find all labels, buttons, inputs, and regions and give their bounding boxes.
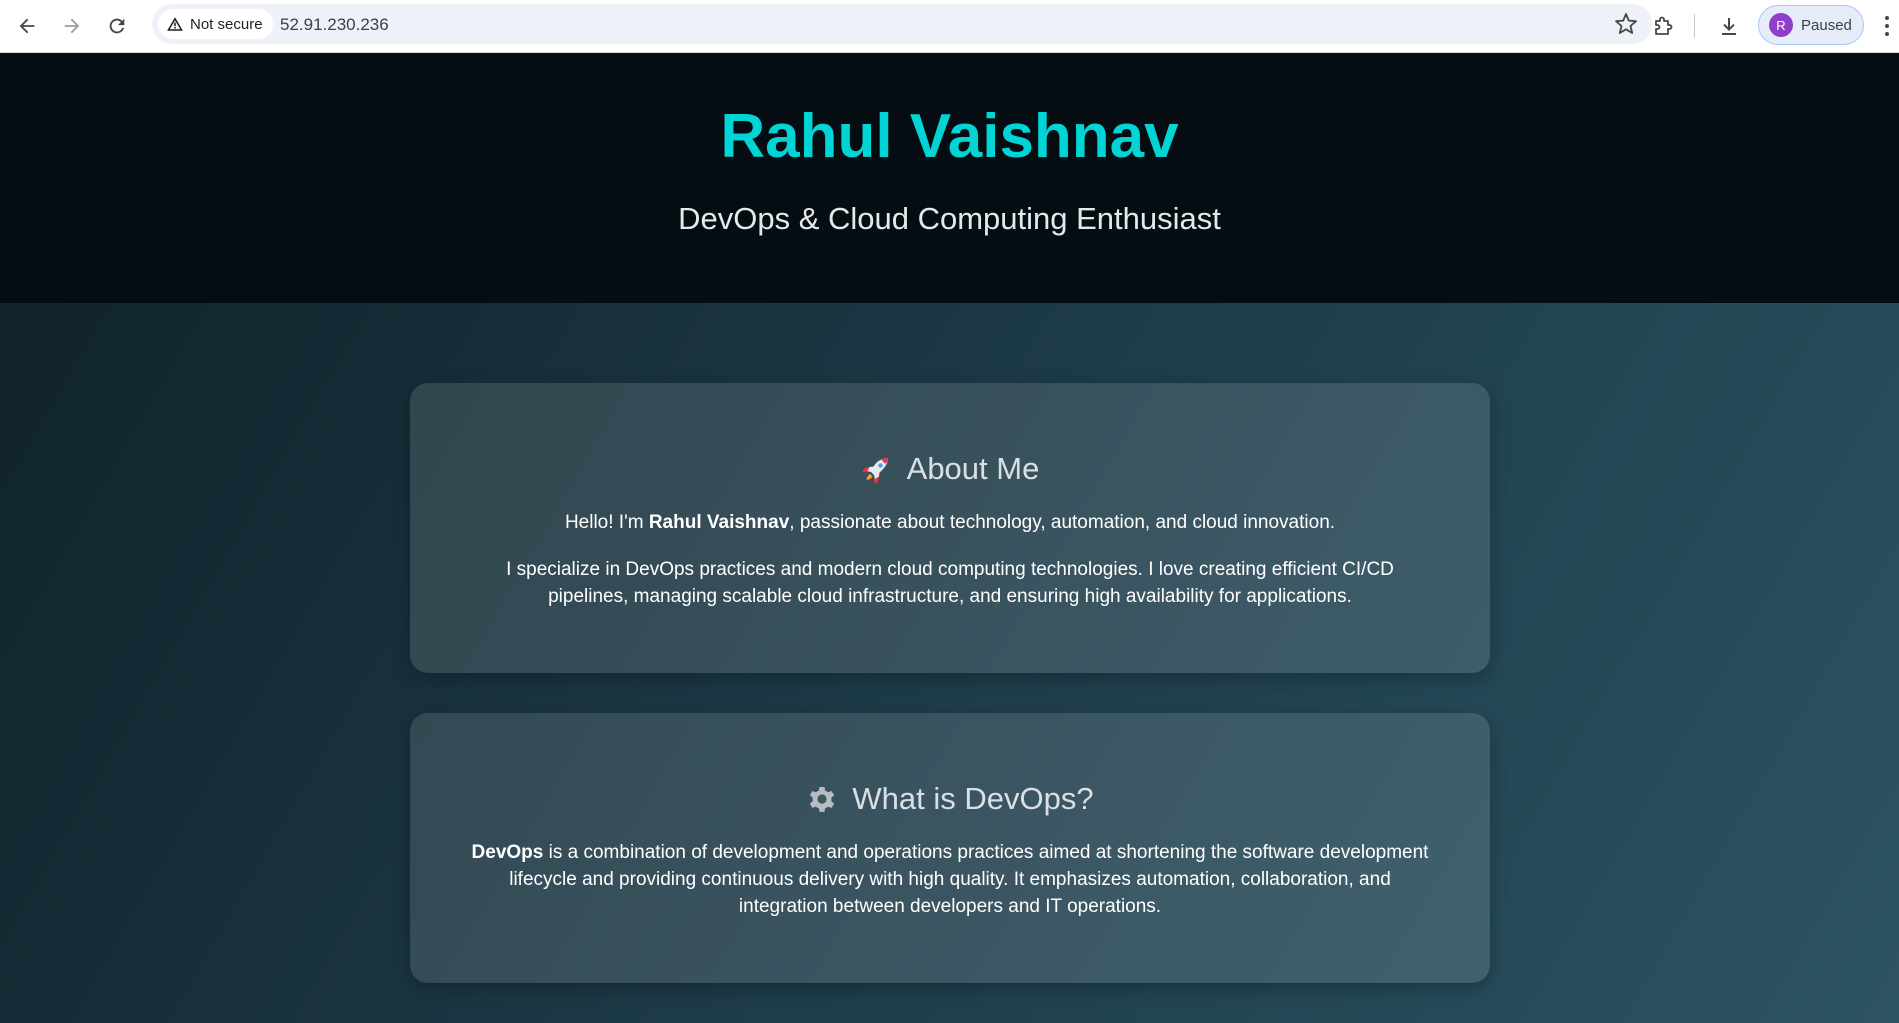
about-intro-prefix: Hello! I'm bbox=[564, 512, 649, 533]
devops-description: DevOps is a combination of development a… bbox=[470, 839, 1430, 920]
toolbar-divider bbox=[1694, 14, 1695, 38]
more-vert-icon bbox=[1885, 16, 1889, 36]
menu-button[interactable] bbox=[1878, 9, 1896, 43]
devops-term: DevOps bbox=[471, 842, 544, 863]
about-intro-name: Rahul Vaishnav bbox=[648, 512, 790, 533]
about-heading-text: About Me bbox=[906, 451, 1040, 486]
warning-icon bbox=[167, 17, 183, 31]
about-heading: About Me bbox=[470, 383, 1430, 487]
about-detail: I specialize in DevOps practices and mod… bbox=[506, 559, 1394, 607]
extensions-button[interactable] bbox=[1646, 9, 1680, 43]
arrow-right-icon bbox=[64, 18, 80, 34]
page-title: Rahul Vaishnav bbox=[720, 102, 1179, 171]
page-subtitle: DevOps & Cloud Computing Enthusiast bbox=[678, 201, 1221, 236]
devops-card: What is DevOps? DevOps is a combination … bbox=[410, 713, 1490, 983]
page-content: Rahul Vaishnav DevOps & Cloud Computing … bbox=[0, 53, 1899, 1023]
bookmark-star-icon[interactable] bbox=[1614, 12, 1638, 36]
devops-definition: is a combination of development and oper… bbox=[509, 842, 1429, 917]
url-text[interactable]: 52.91.230.236 bbox=[280, 15, 389, 35]
avatar: R bbox=[1769, 13, 1793, 37]
gear-icon bbox=[810, 787, 835, 812]
hero-header: Rahul Vaishnav DevOps & Cloud Computing … bbox=[0, 53, 1899, 303]
security-label: Not secure bbox=[190, 15, 263, 33]
reload-button[interactable] bbox=[100, 9, 134, 43]
rocket-icon bbox=[861, 458, 888, 485]
puzzle-icon bbox=[1655, 16, 1673, 35]
reload-icon bbox=[109, 18, 125, 34]
browser-toolbar: Not secure 52.91.230.236 R Paused bbox=[0, 0, 1899, 53]
profile-button[interactable]: R Paused bbox=[1758, 5, 1864, 45]
devops-heading-text: What is DevOps? bbox=[852, 781, 1094, 816]
forward-button[interactable] bbox=[55, 9, 89, 43]
back-button[interactable] bbox=[10, 9, 44, 43]
arrow-left-icon bbox=[19, 18, 35, 34]
about-intro-suffix: , passionate about technology, automatio… bbox=[789, 512, 1336, 533]
about-card: About Me Hello! I'm Rahul Vaishnav, pass… bbox=[410, 383, 1490, 673]
address-bar[interactable]: Not secure 52.91.230.236 bbox=[152, 4, 1652, 44]
about-intro: Hello! I'm Rahul Vaishnav, passionate ab… bbox=[470, 509, 1430, 536]
downloads-button[interactable] bbox=[1712, 9, 1746, 43]
security-chip[interactable]: Not secure bbox=[158, 9, 273, 39]
download-icon bbox=[1722, 18, 1736, 35]
profile-status: Paused bbox=[1801, 16, 1852, 34]
devops-heading: What is DevOps? bbox=[470, 713, 1430, 817]
